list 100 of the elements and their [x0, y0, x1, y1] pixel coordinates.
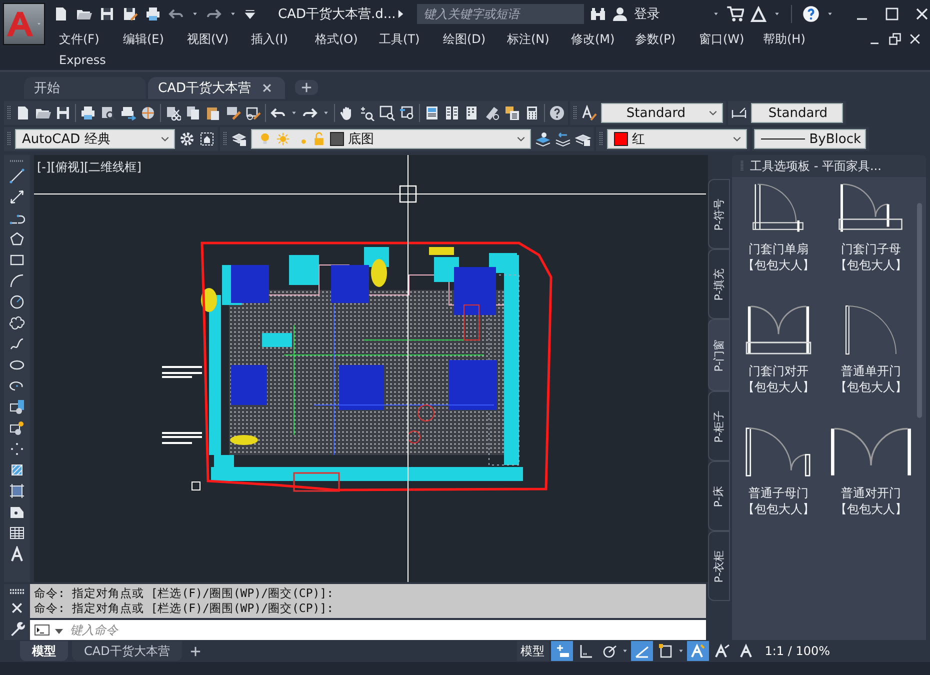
palette-tool[interactable]: 普通单开门 【包包大人】: [824, 305, 917, 427]
help-icon[interactable]: [549, 105, 565, 121]
arc-icon[interactable]: [9, 273, 25, 289]
sign-in-link[interactable]: 登录: [634, 5, 660, 23]
binoculars-icon[interactable]: [590, 6, 606, 22]
point-icon[interactable]: [9, 441, 25, 457]
cart-icon[interactable]: [726, 5, 744, 23]
print-preview-icon[interactable]: [100, 105, 116, 121]
menu-caret-icon[interactable]: [244, 7, 256, 21]
make-current-layer-icon[interactable]: [535, 131, 551, 147]
menu-item[interactable]: 修改(M): [562, 30, 626, 48]
palette-tab[interactable]: P-衣柜: [708, 531, 730, 601]
restore-icon[interactable]: [888, 32, 902, 46]
help-icon[interactable]: [802, 5, 820, 23]
workspace-dropdown[interactable]: AutoCAD 经典: [15, 129, 175, 149]
calculator-icon[interactable]: [524, 105, 540, 121]
text-style-icon[interactable]: [581, 105, 597, 121]
menu-item[interactable]: 插入(I): [242, 30, 306, 48]
document-tab[interactable]: CAD干货大本营: [148, 77, 285, 99]
paste-icon[interactable]: [205, 105, 221, 121]
palette-tool[interactable]: 门套门子母 【包包大人】: [824, 183, 917, 305]
table-icon[interactable]: [9, 525, 25, 541]
layer-properties-icon[interactable]: [231, 131, 247, 147]
command-prompt-icon[interactable]: [34, 622, 50, 638]
maximize-icon[interactable]: [884, 6, 900, 22]
lock-ui-icon[interactable]: [199, 131, 215, 147]
design-center-icon[interactable]: [444, 105, 460, 121]
palette-tab[interactable]: P-床: [708, 461, 730, 531]
line-icon[interactable]: [9, 168, 25, 184]
palette-tab[interactable]: P-柜子: [708, 391, 730, 461]
status-toggle[interactable]: [630, 641, 653, 661]
copy-icon[interactable]: [185, 105, 201, 121]
palette-tab[interactable]: P-符号: [708, 179, 730, 249]
cloud-icon[interactable]: [9, 315, 25, 331]
toolbar-grip-icon[interactable]: [573, 105, 577, 121]
new-file-icon[interactable]: [53, 6, 69, 22]
zoom-realtime-icon[interactable]: [359, 105, 375, 121]
layout-tab[interactable]: 模型: [20, 641, 68, 661]
new-file-icon[interactable]: [15, 105, 31, 121]
save-as-icon[interactable]: [122, 6, 138, 22]
palette-tool[interactable]: 门套门对开 【包包大人】: [732, 305, 824, 427]
toolbar-grip-icon[interactable]: [9, 159, 25, 163]
save-icon[interactable]: [55, 105, 71, 121]
linetype-dropdown[interactable]: ByBlock: [754, 129, 866, 149]
cut-icon[interactable]: [165, 105, 181, 121]
circle-icon[interactable]: [9, 294, 25, 310]
palette-tool[interactable]: 普通子母门 【包包大人】: [732, 427, 824, 549]
menu-item[interactable]: 帮助(H): [754, 30, 818, 48]
menu-item[interactable]: 标注(N): [498, 30, 562, 48]
text-icon[interactable]: [9, 546, 25, 562]
status-toggle[interactable]: [550, 641, 573, 661]
plus-icon[interactable]: [190, 646, 201, 656]
print-icon[interactable]: [145, 6, 161, 22]
command-line-field[interactable]: 键入命令: [30, 620, 706, 640]
document-tab[interactable]: 开始: [24, 77, 146, 99]
menu-item[interactable]: 编辑(E): [114, 30, 178, 48]
gradient-icon[interactable]: [9, 483, 25, 499]
gear-icon[interactable]: [179, 131, 195, 147]
construction-line-icon[interactable]: [9, 189, 25, 205]
zoom-previous-icon[interactable]: [399, 105, 415, 121]
match-properties-icon[interactable]: [225, 105, 241, 121]
publish-icon[interactable]: [120, 105, 136, 121]
viewport-controls-label[interactable]: [-][俯视][二维线框]: [37, 159, 142, 176]
make-block-icon[interactable]: [9, 420, 25, 436]
menu-item[interactable]: 工具(T): [370, 30, 434, 48]
close-icon[interactable]: [10, 601, 24, 615]
print-icon[interactable]: [80, 105, 96, 121]
text-style-dropdown[interactable]: Standard: [601, 103, 723, 123]
new-tab-button[interactable]: [294, 80, 318, 95]
spline-icon[interactable]: [9, 336, 25, 352]
user-icon[interactable]: [612, 6, 628, 22]
wrench-icon[interactable]: [9, 621, 25, 637]
toolbar-grip-icon[interactable]: [7, 131, 11, 147]
markup-icon[interactable]: [504, 105, 520, 121]
menu-item[interactable]: 文件(F): [50, 30, 114, 48]
close-icon[interactable]: [914, 6, 930, 22]
dimension-style-dropdown[interactable]: Standard: [751, 103, 843, 123]
menu-item[interactable]: Express: [50, 53, 115, 67]
layer-dropdown[interactable]: 底图: [251, 129, 531, 149]
menu-item[interactable]: 窗口(W): [690, 30, 754, 48]
menu-item[interactable]: 参数(P): [626, 30, 690, 48]
palette-title[interactable]: 工具选项板 - 平面家具...: [732, 155, 926, 177]
block-editor-icon[interactable]: [245, 105, 261, 121]
panel-grip-icon[interactable]: [740, 160, 744, 172]
save-icon[interactable]: [99, 6, 115, 22]
globe-icon[interactable]: [140, 105, 156, 121]
menu-item[interactable]: 绘图(D): [434, 30, 498, 48]
palette-tab[interactable]: P-门窗: [708, 319, 730, 391]
layout-tab[interactable]: CAD干货大本营: [72, 641, 182, 661]
toolbar-grip-icon[interactable]: [599, 131, 603, 147]
palette-tool[interactable]: 普通对开门 【包包大人】: [824, 427, 917, 549]
toolbar-grip-icon[interactable]: [223, 131, 227, 147]
close-icon[interactable]: [260, 82, 273, 94]
hatch-icon[interactable]: [9, 462, 25, 478]
dimension-style-icon[interactable]: [731, 105, 747, 121]
polygon-icon[interactable]: [9, 231, 25, 247]
zoom-window-icon[interactable]: [379, 105, 395, 121]
color-dropdown[interactable]: 红: [607, 129, 747, 149]
annotation-scale[interactable]: 1:1 / 100%: [764, 644, 830, 658]
triangle-icon[interactable]: [750, 6, 767, 22]
